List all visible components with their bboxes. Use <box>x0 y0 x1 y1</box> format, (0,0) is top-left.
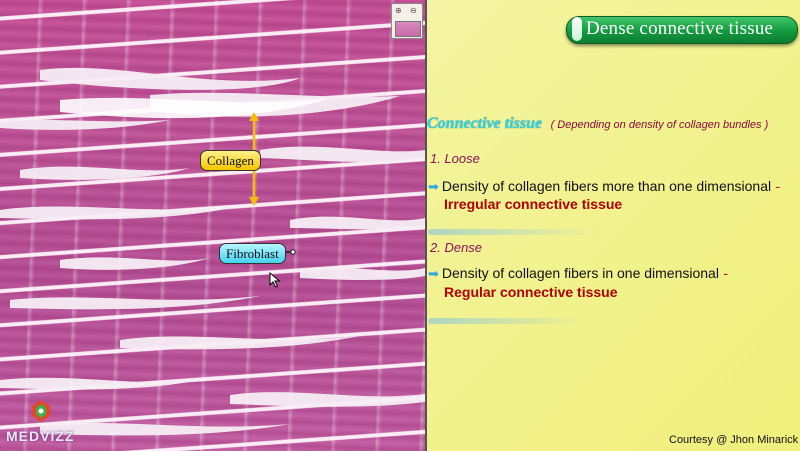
type-label-loose: 1. Loose <box>430 151 480 166</box>
bullet-dense: ➡ Density of collagen fibers in one dimen… <box>428 265 728 283</box>
fibroblast-label: Fibroblast <box>219 243 286 264</box>
bullet-text: Density of collagen fibers more than one… <box>441 178 772 194</box>
heading-main: Connective tissue <box>427 115 543 132</box>
zoom-in-icon[interactable]: ⊕ <box>395 7 402 15</box>
navigator-zoom-icon[interactable]: ⊕ ⊖ <box>391 3 423 39</box>
micrograph-fibers <box>0 67 425 436</box>
section-heading: Connective tissue ( Depending on density… <box>427 115 768 133</box>
faded-placeholder-line <box>428 229 598 235</box>
result-irregular: Irregular connective tissue <box>444 196 623 212</box>
title-gloss <box>572 17 582 41</box>
medvizz-logo: MEDVIZZ <box>6 398 76 448</box>
slide-title: Dense connective tissue <box>586 18 774 39</box>
cursor-arrow-icon <box>269 272 281 288</box>
bullet-dash: - <box>775 178 781 194</box>
bullet-arrow-icon: ➡ <box>428 179 439 194</box>
bullet-dash: - <box>723 265 729 281</box>
faded-placeholder-line <box>428 318 588 324</box>
bullet-loose: ➡ Density of collagen fibers more than on… <box>428 178 780 196</box>
zoom-out-icon[interactable]: ⊖ <box>410 7 417 15</box>
bullet-arrow-icon: ➡ <box>428 266 439 281</box>
type-label-dense: 2. Dense <box>430 240 483 255</box>
micrograph-image: ⊕ ⊖ Collagen Fibroblast MEDVIZZ <box>0 0 427 451</box>
heading-subtitle: ( Depending on density of collagen bundl… <box>550 119 769 131</box>
slide: ⊕ ⊖ Collagen Fibroblast MEDVIZZ Dense co… <box>0 0 800 451</box>
navigator-thumbnail[interactable] <box>395 21 421 37</box>
medvizz-logo-icon <box>32 400 50 422</box>
collagen-label: Collagen <box>200 150 261 171</box>
logo-text: MEDVIZZ <box>6 428 75 444</box>
courtesy-credit: Courtesy @ Jhon Minarick <box>669 434 799 446</box>
bullet-text: Density of collagen fibers in one dimens… <box>441 265 719 281</box>
result-regular: Regular connective tissue <box>444 284 618 300</box>
